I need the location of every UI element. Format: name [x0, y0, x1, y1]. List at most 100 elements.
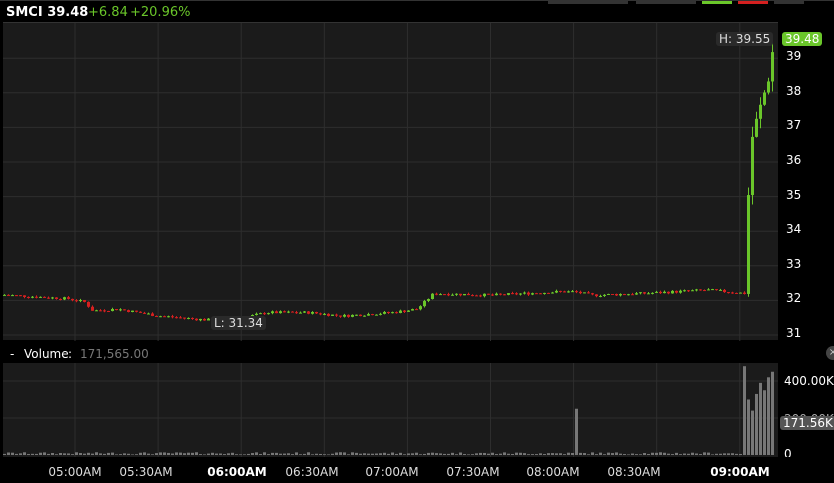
- volume-bar: [655, 452, 658, 455]
- candle: [359, 314, 362, 317]
- volume-bar: [87, 452, 90, 455]
- collapse-icon[interactable]: -: [10, 347, 14, 361]
- candle: [763, 92, 766, 105]
- candle: [751, 136, 754, 196]
- candle: [23, 295, 26, 297]
- volume-bar: [143, 452, 146, 455]
- volume-bar: [691, 452, 694, 455]
- candle: [639, 292, 642, 294]
- volume-bar: [503, 452, 506, 455]
- volume-bar: [747, 399, 750, 455]
- candle: [747, 195, 750, 294]
- candle: [263, 313, 266, 315]
- volume-bar: [191, 452, 194, 455]
- volume-bar: [371, 453, 374, 455]
- volume-bar: [287, 453, 290, 455]
- volume-bar: [611, 453, 614, 455]
- candle: [203, 318, 206, 321]
- candle: [559, 290, 562, 292]
- candle: [615, 294, 618, 296]
- candle: [515, 293, 518, 295]
- volume-bar: [331, 453, 334, 455]
- volume-bar: [571, 452, 574, 455]
- candle: [703, 290, 706, 292]
- volume-bar: [111, 452, 114, 455]
- candle: [423, 300, 426, 307]
- candle: [295, 312, 298, 314]
- close-icon[interactable]: ×: [826, 346, 834, 360]
- volume-bar: [39, 452, 42, 455]
- candle: [439, 294, 442, 296]
- volume-bar: [507, 453, 510, 455]
- volume-bar: [635, 454, 638, 455]
- volume-bar: [327, 454, 330, 455]
- volume-bar: [643, 453, 646, 455]
- price-tick: 32: [786, 291, 802, 306]
- volume-bar: [387, 453, 390, 455]
- time-label: 08:30AM: [607, 465, 661, 479]
- last-price-tag: 39.48: [782, 32, 823, 46]
- candle: [303, 311, 306, 313]
- candle: [367, 314, 370, 316]
- candle: [15, 295, 18, 297]
- candle: [503, 294, 506, 296]
- candle: [683, 290, 686, 292]
- candle: [491, 294, 494, 296]
- toolbar-button[interactable]: [774, 1, 804, 4]
- volume-bar: [595, 454, 598, 455]
- volume-bar: [439, 453, 442, 455]
- candle: [407, 310, 410, 312]
- toolbar-button-red[interactable]: [738, 1, 768, 4]
- volume-bar: [623, 454, 626, 455]
- volume-bar: [107, 452, 110, 455]
- toolbar-button[interactable]: [548, 1, 628, 4]
- toolbar-button-green[interactable]: [702, 1, 732, 4]
- volume-bar: [3, 453, 6, 455]
- candle: [79, 300, 82, 302]
- volume-bar: [707, 452, 710, 455]
- volume-tick: 400.00K: [784, 374, 834, 388]
- candle: [575, 291, 578, 293]
- candle: [631, 294, 634, 296]
- candle: [347, 314, 350, 317]
- candle: [127, 310, 130, 312]
- volume-value: 171,565.00: [80, 347, 149, 361]
- volume-title: Volume: [24, 347, 69, 361]
- volume-last-tag: 171.56K: [780, 416, 834, 430]
- candle: [551, 292, 554, 294]
- candle: [475, 295, 478, 297]
- volume-bar: [383, 452, 386, 455]
- candle: [383, 311, 386, 314]
- volume-bar: [491, 452, 494, 455]
- candle: [663, 291, 666, 294]
- volume-bar: [631, 453, 634, 455]
- volume-bar: [587, 454, 590, 455]
- candle: [95, 310, 98, 312]
- price-chart[interactable]: [3, 22, 778, 341]
- volume-bar: [755, 393, 758, 455]
- volume-bar: [727, 453, 730, 455]
- candle: [343, 314, 346, 317]
- toolbar-button[interactable]: [636, 1, 696, 4]
- time-label: 05:30AM: [119, 465, 173, 479]
- volume-bar: [267, 454, 270, 455]
- volume-bar: [559, 453, 562, 455]
- high-label: H: 39.55: [716, 32, 774, 46]
- candle: [667, 291, 670, 294]
- volume-bar: [395, 453, 398, 455]
- volume-chart[interactable]: [3, 363, 778, 457]
- candle: [767, 81, 770, 93]
- candle: [507, 293, 510, 295]
- volume-bar: [347, 454, 350, 455]
- candle: [391, 312, 394, 314]
- candle: [659, 291, 662, 294]
- candle: [723, 289, 726, 293]
- volume-bar: [639, 454, 642, 455]
- volume-bar: [95, 452, 98, 455]
- candle: [3, 294, 6, 296]
- time-label: 08:00AM: [526, 465, 580, 479]
- candle: [171, 316, 174, 318]
- candle: [91, 306, 94, 311]
- volume-bar: [31, 453, 34, 455]
- volume-bar: [471, 454, 474, 455]
